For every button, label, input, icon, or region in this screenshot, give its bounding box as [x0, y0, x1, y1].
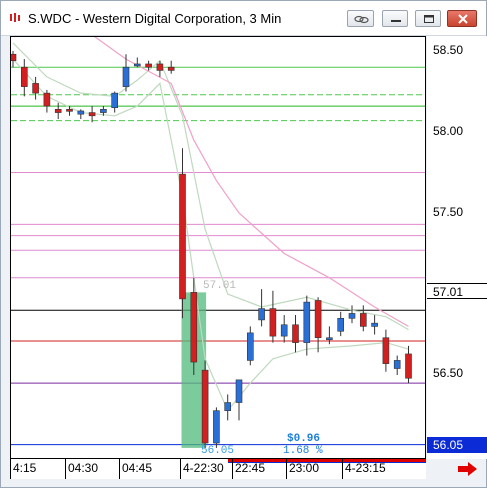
price-tick: 56.50 — [433, 366, 464, 380]
candle-body — [314, 300, 322, 339]
title-bar[interactable]: S.WDC - Western Digital Corporation, 3 M… — [1, 1, 486, 36]
candle-body — [88, 112, 96, 117]
price-tick: 57.50 — [433, 205, 464, 219]
time-separator — [286, 459, 287, 479]
candle-body — [145, 63, 152, 68]
time-label: 4:15 — [13, 461, 37, 475]
candle-body — [393, 360, 401, 369]
bollinger-lower-band — [12, 58, 409, 412]
candle-body — [134, 63, 141, 67]
restore-icon — [424, 15, 434, 23]
time-separator — [342, 459, 343, 479]
candle-body — [224, 402, 231, 411]
candle-body — [213, 410, 220, 444]
time-axis[interactable]: 4:15 04:30 04:45 4-22:30 22:45 23:00 4-2… — [10, 459, 426, 479]
candle-body — [100, 109, 107, 113]
candle-body — [21, 66, 28, 87]
restore-button[interactable] — [415, 10, 441, 27]
candle-body — [303, 301, 311, 343]
minimize-button[interactable] — [382, 10, 408, 27]
close-icon — [458, 14, 468, 24]
candle-body — [156, 63, 164, 71]
time-separator — [65, 459, 66, 479]
candle-body — [54, 109, 62, 113]
candle-body — [43, 92, 51, 107]
chart-window: S.WDC - Western Digital Corporation, 3 M… — [0, 0, 487, 488]
time-label: 22:45 — [235, 461, 266, 475]
time-label: 04:45 — [122, 461, 153, 475]
price-tick: 58.50 — [433, 43, 464, 57]
candle-body — [111, 92, 118, 108]
window-title: S.WDC - Western Digital Corporation, 3 M… — [28, 11, 282, 26]
minimize-icon — [391, 20, 401, 22]
link-icon — [354, 15, 369, 24]
candle-body — [235, 379, 243, 403]
current-price-label: 57.01 — [427, 283, 487, 299]
time-label: 04:30 — [68, 461, 99, 475]
candle-body — [337, 317, 345, 332]
time-separator — [119, 459, 120, 479]
candle-body — [280, 324, 288, 337]
chart-app-icon — [10, 13, 20, 22]
candle-body — [258, 308, 265, 321]
scroll-right-arrow-icon[interactable] — [457, 461, 479, 477]
candle-body — [359, 313, 367, 327]
candle-body — [201, 369, 209, 444]
candle-body — [405, 353, 412, 379]
change-dollar-label: $0.96 — [287, 433, 321, 445]
price-tick: 58.00 — [433, 124, 464, 138]
candle-body — [247, 332, 254, 361]
time-separator — [180, 459, 181, 479]
price-axis[interactable]: 58.50 58.00 57.50 57.01 56.50 56.05 — [427, 36, 487, 459]
time-separator — [232, 459, 233, 479]
candle-body — [66, 109, 73, 112]
time-label: 4-22:30 — [183, 461, 224, 475]
candle-body — [167, 66, 175, 71]
range-low-label: 56.05 — [201, 445, 235, 457]
change-percent-label: 1.68 % — [283, 445, 323, 457]
range-high-label: 57.01 — [203, 280, 237, 292]
candle-body — [190, 292, 198, 363]
candle-body — [382, 337, 390, 364]
candle-body — [32, 83, 39, 94]
time-axis-start-marker — [10, 459, 11, 479]
candle-body — [122, 66, 130, 87]
candle-body — [269, 308, 277, 337]
candle-body — [348, 313, 356, 319]
candle-body — [292, 324, 299, 343]
candle-body — [11, 53, 17, 62]
close-button[interactable] — [447, 10, 477, 27]
chart-canvas[interactable] — [11, 37, 426, 459]
link-button[interactable] — [347, 10, 374, 27]
candle-body — [179, 173, 186, 300]
price-chart[interactable]: 57.01 56.05 $0.96 1.68 % — [10, 36, 426, 459]
candle-body — [326, 337, 333, 341]
low-price-label: 56.05 — [427, 437, 487, 453]
candle-body — [371, 322, 378, 327]
time-label: 4-23:15 — [345, 461, 386, 475]
time-label: 23:00 — [289, 461, 320, 475]
candle-body — [77, 110, 85, 115]
